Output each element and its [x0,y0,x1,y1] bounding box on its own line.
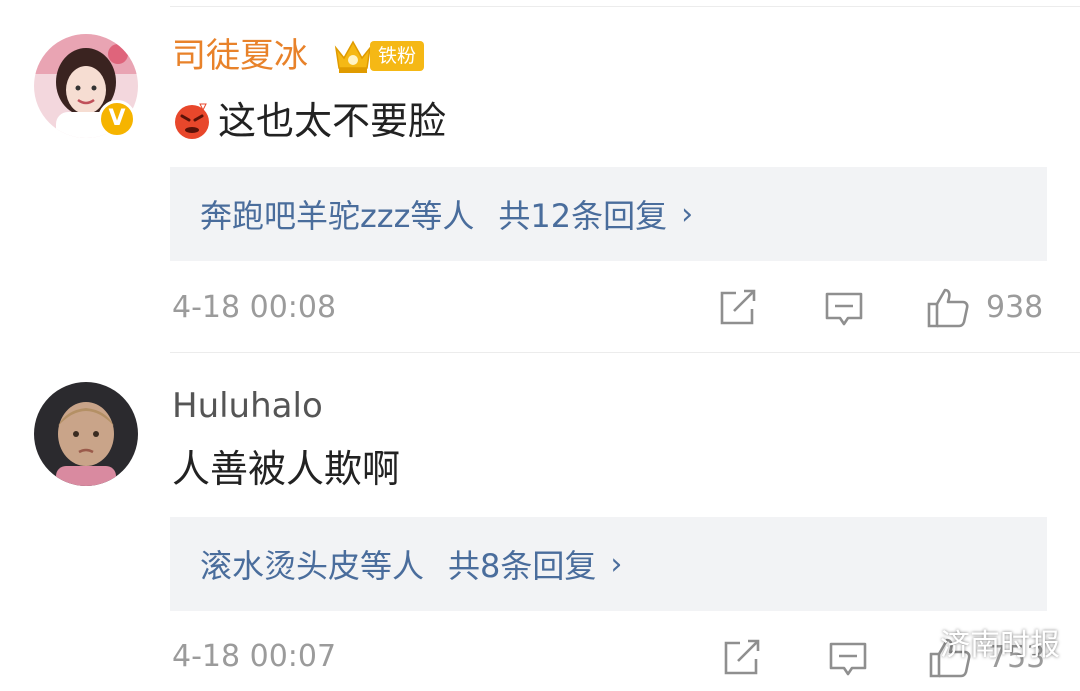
comment-button[interactable] [828,641,868,679]
reply-summary[interactable]: 奔跑吧羊驼zzz等人 共12条回复 › [170,167,1047,261]
comment-icon [829,642,867,676]
username[interactable]: 司徒夏冰 [172,36,308,76]
comment-time: 4-18 00:07 [172,639,337,674]
share-icon [720,289,756,325]
share-icon [724,639,760,675]
reply-count: 共8条回复 [448,547,597,585]
comment-text-body: 人善被人欺啊 [172,447,401,491]
comment-time: 4-18 00:08 [172,290,337,325]
comment-icon [825,292,863,326]
comment-text: 人善被人欺啊 [172,446,400,492]
chevron-right-icon: › [681,196,694,232]
reply-count: 共12条回复 [498,197,668,235]
chevron-right-icon: › [610,546,623,582]
reply-summary[interactable]: 滚水烫头皮等人 共8条回复 › [170,517,1047,611]
like-count: 938 [986,289,1044,325]
top-divider [170,6,1080,7]
reply-users: 滚水烫头皮等人 [200,547,425,585]
fan-badge[interactable]: 铁粉 [332,36,425,76]
reply-users: 奔跑吧羊驼zzz等人 [200,197,475,235]
verified-badge-icon: V [98,100,136,138]
angry-face-icon [175,103,209,139]
comment-button[interactable] [824,291,864,329]
comment-divider [170,352,1080,353]
thumbs-up-icon [927,288,969,328]
username[interactable]: Huluhalo [172,386,323,426]
crown-icon [334,40,372,73]
share-button[interactable] [718,289,758,327]
like-button[interactable]: 938 [926,286,1043,328]
comment-text: 这也太不要脸 [172,98,446,144]
wechat-icon [896,627,934,657]
avatar[interactable] [34,382,138,486]
share-button[interactable] [722,639,762,677]
comment-text-body: 这也太不要脸 [218,99,447,143]
watermark-text: 济南时报 [940,628,1060,663]
watermark: 济南时报 [896,620,1060,664]
fan-badge-label: 铁粉 [370,41,425,71]
